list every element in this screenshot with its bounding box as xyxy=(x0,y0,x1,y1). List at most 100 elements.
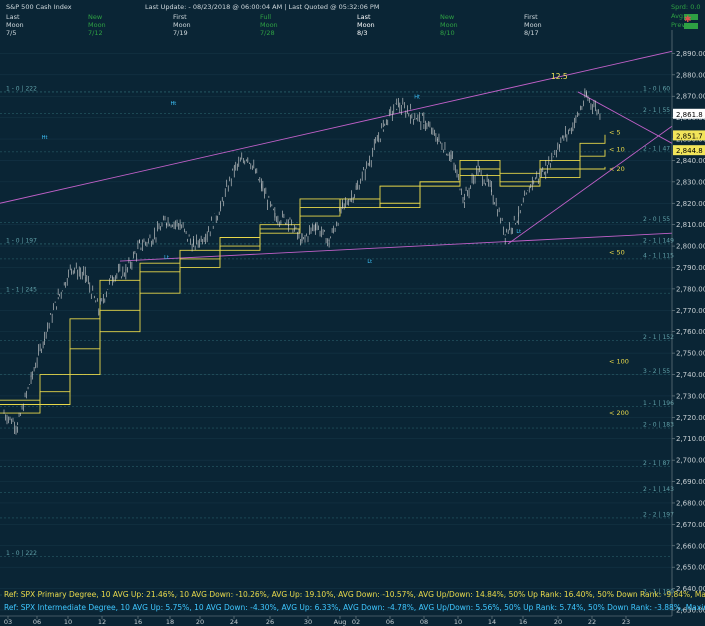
pivot-mark: Ht xyxy=(414,94,420,100)
level-label: 1 - 0 | 197 xyxy=(6,237,37,244)
moon-col-top: Last xyxy=(6,13,20,21)
y-tick-label: 2,820.00 xyxy=(676,200,705,208)
x-tick-label: 06 xyxy=(386,618,394,626)
ma-label: < 10 xyxy=(609,146,625,154)
moon-col-date: 7/5 xyxy=(6,29,16,37)
x-tick-label: 14 xyxy=(488,618,496,626)
y-tick-label: 2,750.00 xyxy=(676,350,705,358)
x-tick-label: 16 xyxy=(134,618,142,626)
price-tag-label: 2,844.8 xyxy=(676,147,703,155)
level-label: 2 - 1 | 87 xyxy=(643,460,670,467)
y-tick-label: 2,670.00 xyxy=(676,521,705,529)
level-label: 2 - 0 | 55 xyxy=(643,216,670,223)
ma-label: < 200 xyxy=(609,409,629,417)
moon-col-mid: Moon xyxy=(260,21,278,29)
y-tick-label: 2,890.00 xyxy=(676,50,705,58)
x-tick-label: 18 xyxy=(166,618,174,626)
moon-col-mid: Moon xyxy=(6,21,24,29)
moon-col-mid: Moon xyxy=(173,21,191,29)
moon-col-top: New xyxy=(88,13,103,21)
price-tag-label: 2,861.8 xyxy=(676,111,703,119)
x-tick-label: Aug xyxy=(334,618,347,626)
x-tick-label: 26 xyxy=(266,618,274,626)
x-tick-label: 23 xyxy=(622,618,630,626)
level-label: 2 - 1 | 152 xyxy=(643,334,674,341)
level-label: 1 - 1 | 245 xyxy=(6,287,37,294)
level-label: 4 - 1 | 115 xyxy=(643,252,674,259)
ma-label: < 20 xyxy=(609,165,625,173)
level-label: 1 - 0 | 222 xyxy=(6,550,37,557)
y-tick-label: 2,680.00 xyxy=(676,499,705,507)
pivot-mark: Ht xyxy=(42,135,48,141)
moon-col-date: 8/17 xyxy=(524,29,539,37)
level-label: 2 - 1 | 143 xyxy=(643,486,674,493)
y-tick-label: 2,790.00 xyxy=(676,264,705,272)
pivot-mark: Lt xyxy=(367,259,372,265)
level-label: 1 - 1 | 196 xyxy=(643,400,674,407)
y-tick-label: 2,650.00 xyxy=(676,564,705,572)
x-tick-label: 24 xyxy=(230,618,238,626)
moon-col-top: New xyxy=(440,13,455,21)
moon-col-date: 8/3 xyxy=(357,29,367,37)
level-label: 3 - 2 | 55 xyxy=(643,368,670,375)
moon-col-date: 7/12 xyxy=(88,29,103,37)
ma-label: < 50 xyxy=(609,248,625,256)
moon-col-date: 8/10 xyxy=(440,29,455,37)
pivot-mark: 12.5 xyxy=(551,72,568,81)
settings-icon[interactable]: ✱ xyxy=(684,15,692,25)
pivot-mark: Ht xyxy=(170,101,176,107)
moon-col-mid: Moon xyxy=(440,21,458,29)
footer-intermediate-stats: Ref: SPX Intermediate Degree, 10 AVG Up:… xyxy=(4,603,705,612)
y-tick-label: 2,830.00 xyxy=(676,178,705,186)
price-tags: 2,861.8 2,851.7 2,844.8 xyxy=(673,108,705,156)
y-tick-label: 2,810.00 xyxy=(676,221,705,229)
x-tick-label: 06 xyxy=(33,618,41,626)
moon-col-top: Full xyxy=(260,13,271,21)
x-tick-label: 02 xyxy=(352,618,360,626)
x-tick-label: 30 xyxy=(304,618,312,626)
price-tag-label: 2,851.7 xyxy=(676,132,703,140)
x-tick-label: 16 xyxy=(519,618,527,626)
level-label: 1 - 0 | 222 xyxy=(6,85,37,92)
footer-primary-stats: Ref: SPX Primary Degree, 10 AVG Up: 21.4… xyxy=(4,590,705,599)
pivot-mark: Lt xyxy=(516,229,521,235)
x-tick-label: 22 xyxy=(588,618,596,626)
level-label: 2 - 0 | 183 xyxy=(643,422,674,429)
moon-col-mid: Moon xyxy=(357,21,375,29)
x-tick-label: 20 xyxy=(196,618,204,626)
moon-col-date: 7/19 xyxy=(173,29,188,37)
moon-col-mid: Moon xyxy=(524,21,542,29)
x-tick-label: 03 xyxy=(4,618,12,626)
y-tick-label: 2,840.00 xyxy=(676,157,705,165)
level-label: 2 - 2 | 197 xyxy=(643,511,674,518)
moon-col-top: Last xyxy=(357,13,371,21)
chart-title: S&P 500 Cash Index xyxy=(6,3,72,11)
y-tick-label: 2,660.00 xyxy=(676,542,705,550)
level-label: 2 - 1 | 149 xyxy=(643,237,674,244)
moon-col-top: First xyxy=(173,13,187,21)
y-tick-label: 2,870.00 xyxy=(676,93,705,101)
y-tick-label: 2,880.00 xyxy=(676,71,705,79)
x-tick-label: 10 xyxy=(64,618,72,626)
level-label: 1 - 0 | 60 xyxy=(643,85,670,92)
pivot-mark: Lt xyxy=(164,255,169,261)
y-tick-label: 2,760.00 xyxy=(676,328,705,336)
y-tick-label: 2,770.00 xyxy=(676,307,705,315)
price-chart: S&P 500 Cash Index Last Update: - 08/23/… xyxy=(0,0,705,626)
y-tick-label: 2,800.00 xyxy=(676,243,705,251)
y-tick-label: 2,780.00 xyxy=(676,285,705,293)
moon-col-top: First xyxy=(524,13,538,21)
last-update: Last Update: - 08/23/2018 @ 06:00:04 AM … xyxy=(145,3,379,11)
ma-label: < 5 xyxy=(609,129,621,137)
x-tick-label: 10 xyxy=(454,618,462,626)
chart-background xyxy=(0,0,705,626)
level-label: 2 - 1 | 55 xyxy=(643,107,670,114)
y-tick-label: 2,730.00 xyxy=(676,392,705,400)
level-label: 2 - 1 | 47 xyxy=(643,145,670,152)
y-tick-label: 2,720.00 xyxy=(676,414,705,422)
y-tick-label: 2,700.00 xyxy=(676,457,705,465)
y-tick-label: 2,690.00 xyxy=(676,478,705,486)
moon-col-mid: Moon xyxy=(88,21,106,29)
ma-label: < 100 xyxy=(609,358,629,366)
y-tick-label: 2,710.00 xyxy=(676,435,705,443)
